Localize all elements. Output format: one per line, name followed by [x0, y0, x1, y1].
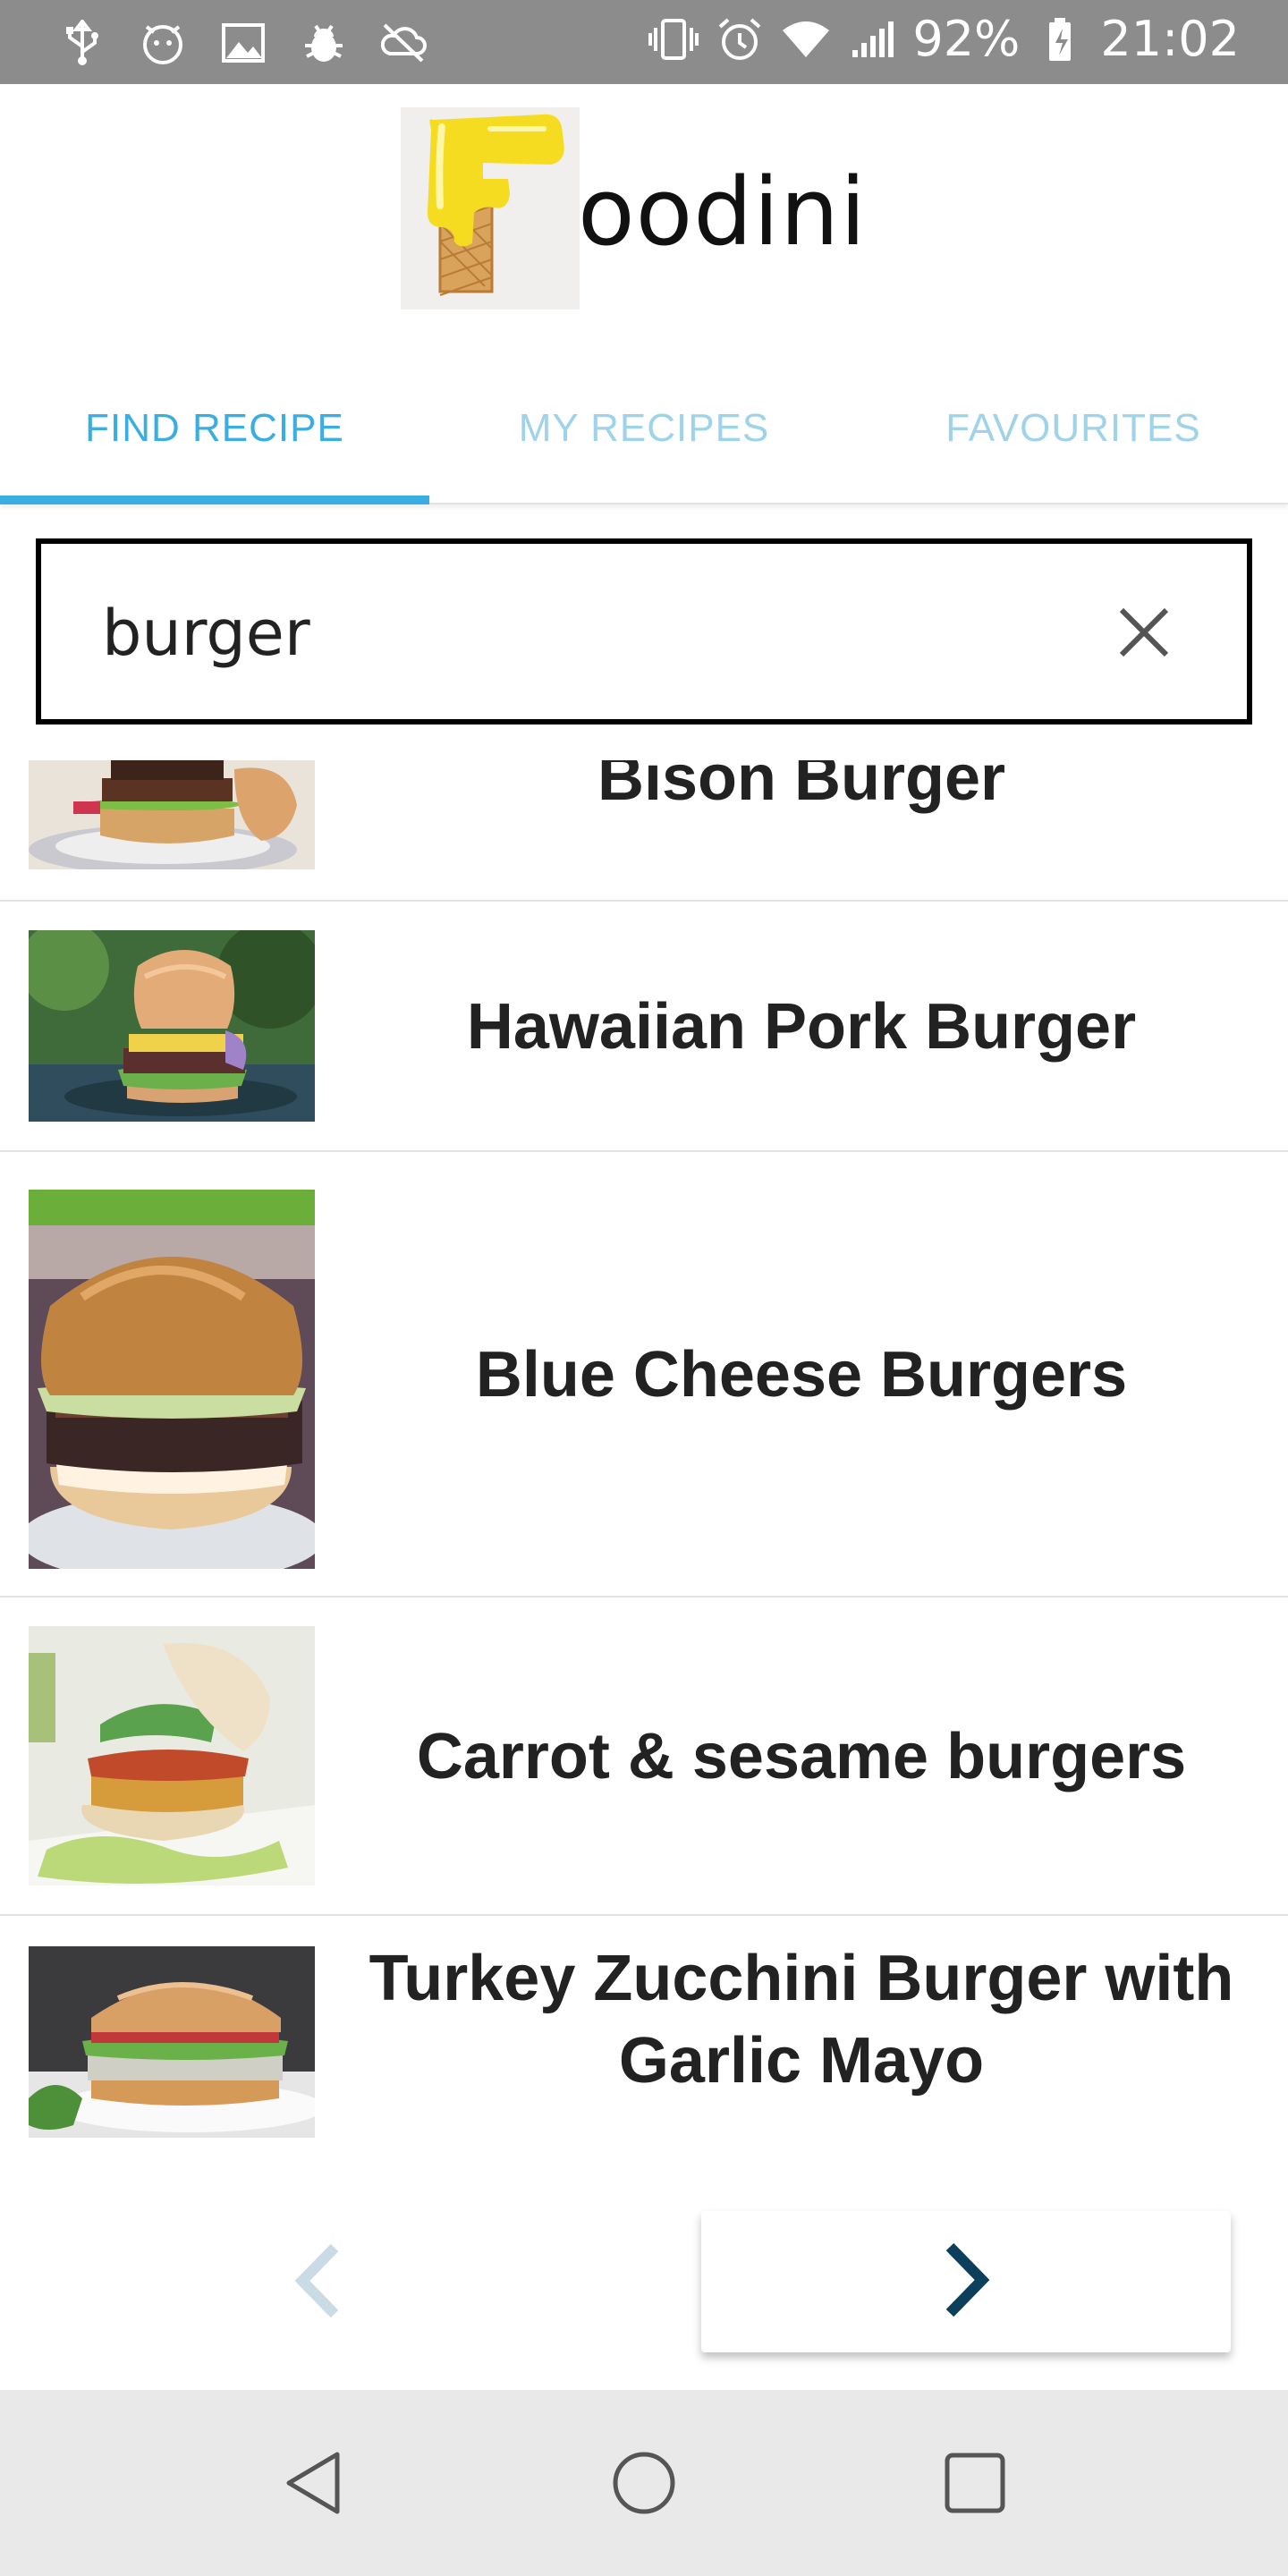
battery-percent: 92%: [912, 11, 1021, 67]
recipe-thumbnail: [29, 930, 315, 1122]
tab-label: MY RECIPES: [518, 406, 770, 450]
wifi-icon: [780, 13, 832, 65]
signal-icon: [846, 13, 898, 65]
next-page-button[interactable]: [701, 2211, 1231, 2352]
close-icon[interactable]: [1113, 601, 1175, 664]
recipe-row[interactable]: Turkey Zucchini Burger with Garlic Mayo: [0, 1916, 1288, 2156]
sync-off-icon: [377, 16, 431, 70]
recipe-list: Bison Burger Hawaiian Pork Burger Blue C…: [0, 760, 1288, 2156]
back-triangle-icon[interactable]: [268, 2438, 358, 2528]
search-input[interactable]: [102, 589, 1050, 678]
android-face-icon: [136, 16, 190, 70]
recipe-thumbnail: [29, 1190, 315, 1569]
system-nav-bar: [0, 2390, 1288, 2576]
notification-icons: [55, 16, 431, 70]
app-header: oodini: [0, 84, 1288, 352]
recipe-title: Blue Cheese Burgers: [475, 1339, 1128, 1411]
recipe-title: Bison Burger: [597, 760, 1006, 814]
recipe-row[interactable]: Blue Cheese Burgers: [0, 1152, 1288, 1597]
chevron-left-icon[interactable]: [274, 2236, 363, 2326]
vibrate-icon: [648, 13, 699, 65]
tab-label: FIND RECIPE: [85, 406, 344, 450]
tab-label: FAVOURITES: [945, 406, 1201, 450]
recipe-row[interactable]: Bison Burger: [0, 760, 1288, 902]
tab-find-recipe[interactable]: FIND RECIPE: [0, 352, 429, 504]
recipe-title: Carrot & sesame burgers: [416, 1721, 1187, 1792]
bug-icon: [297, 16, 351, 70]
app-name: oodini: [578, 157, 867, 267]
tab-my-recipes[interactable]: MY RECIPES: [429, 352, 859, 504]
recipe-thumbnail: [29, 760, 315, 869]
waffle-f-logo-icon: [401, 107, 580, 309]
chevron-right-icon: [939, 2241, 993, 2323]
image-icon: [216, 16, 270, 70]
recipe-title: Hawaiian Pork Burger: [466, 991, 1137, 1063]
recents-square-icon[interactable]: [930, 2438, 1020, 2528]
recipe-row[interactable]: Carrot & sesame burgers: [0, 1597, 1288, 1916]
alarm-icon: [714, 13, 766, 65]
recipe-row[interactable]: Hawaiian Pork Burger: [0, 902, 1288, 1152]
tab-favourites[interactable]: FAVOURITES: [859, 352, 1288, 504]
home-circle-icon[interactable]: [599, 2438, 689, 2528]
status-bar: 92% 21:02: [0, 0, 1288, 84]
usb-icon: [55, 16, 109, 70]
clock: 21:02: [1100, 11, 1240, 67]
recipe-title: Turkey Zucchini Burger with Garlic Mayo: [369, 1943, 1234, 2097]
recipe-thumbnail: [29, 1626, 315, 1885]
active-tab-indicator: [0, 496, 429, 504]
recipe-thumbnail: [29, 1946, 315, 2138]
battery-icon: [1034, 13, 1086, 65]
system-indicators: 92% 21:02: [648, 11, 1240, 67]
search-bar: [36, 538, 1252, 724]
tab-bar: FIND RECIPE MY RECIPES FAVOURITES: [0, 352, 1288, 504]
